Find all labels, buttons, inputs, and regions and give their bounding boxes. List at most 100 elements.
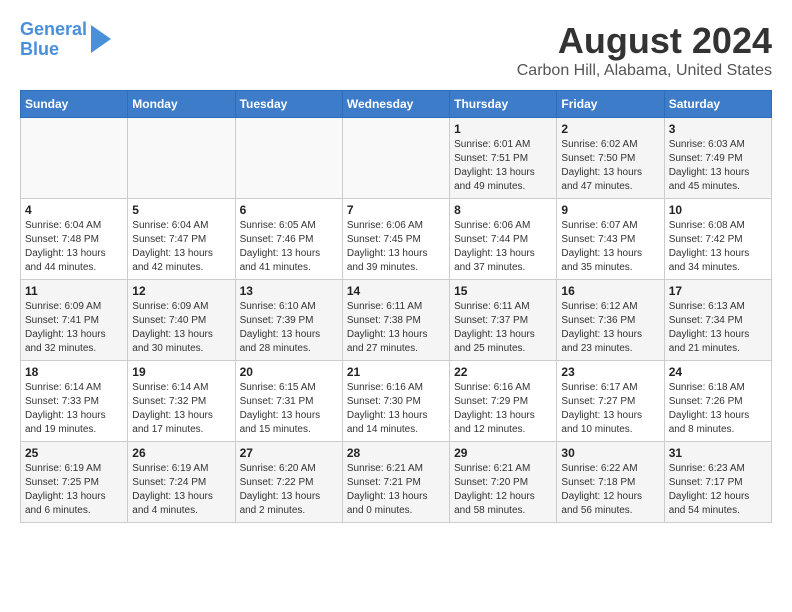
day-number: 29	[454, 446, 552, 460]
day-number: 22	[454, 365, 552, 379]
day-info: Sunrise: 6:15 AM Sunset: 7:31 PM Dayligh…	[240, 381, 338, 437]
day-number: 21	[347, 365, 445, 379]
calendar-header: SundayMondayTuesdayWednesdayThursdayFrid…	[21, 91, 772, 118]
day-info: Sunrise: 6:06 AM Sunset: 7:44 PM Dayligh…	[454, 219, 552, 275]
calendar-cell: 1 Sunrise: 6:01 AM Sunset: 7:51 PM Daylig…	[450, 118, 557, 199]
day-number: 13	[240, 284, 338, 298]
day-number: 17	[669, 284, 767, 298]
weekday-header-wednesday: Wednesday	[342, 91, 449, 118]
calendar-cell: 5 Sunrise: 6:04 AM Sunset: 7:47 PM Daylig…	[128, 199, 235, 280]
calendar-cell: 7 Sunrise: 6:06 AM Sunset: 7:45 PM Daylig…	[342, 199, 449, 280]
page-title: August 2024	[517, 20, 772, 62]
day-info: Sunrise: 6:06 AM Sunset: 7:45 PM Dayligh…	[347, 219, 445, 275]
calendar-cell: 9Sunrise: 6:07 AM Sunset: 7:43 PM Daylig…	[557, 199, 664, 280]
weekday-header-sunday: Sunday	[21, 91, 128, 118]
day-number: 11	[25, 284, 123, 298]
calendar-cell: 12 Sunrise: 6:09 AM Sunset: 7:40 PM Dayli…	[128, 280, 235, 361]
day-info: Sunrise: 6:18 AM Sunset: 7:26 PM Dayligh…	[669, 381, 767, 437]
day-info: Sunrise: 6:17 AM Sunset: 7:27 PM Dayligh…	[561, 381, 659, 437]
day-number: 26	[132, 446, 230, 460]
calendar-cell: 22 Sunrise: 6:16 AM Sunset: 7:29 PM Dayli…	[450, 361, 557, 442]
day-info: Sunrise: 6:02 AM Sunset: 7:50 PM Dayligh…	[561, 138, 659, 194]
weekday-header-row: SundayMondayTuesdayWednesdayThursdayFrid…	[21, 91, 772, 118]
day-number: 1	[454, 122, 552, 136]
calendar-cell: 18 Sunrise: 6:14 AM Sunset: 7:33 PM Dayli…	[21, 361, 128, 442]
calendar-week-2: 4 Sunrise: 6:04 AM Sunset: 7:48 PM Daylig…	[21, 199, 772, 280]
day-info: Sunrise: 6:14 AM Sunset: 7:32 PM Dayligh…	[132, 381, 230, 437]
day-number: 25	[25, 446, 123, 460]
day-number: 8	[454, 203, 552, 217]
calendar-cell: 13 Sunrise: 6:10 AM Sunset: 7:39 PM Dayli…	[235, 280, 342, 361]
day-info: Sunrise: 6:10 AM Sunset: 7:39 PM Dayligh…	[240, 300, 338, 356]
calendar-cell	[21, 118, 128, 199]
calendar-cell: 21Sunrise: 6:16 AM Sunset: 7:30 PM Dayli…	[342, 361, 449, 442]
day-number: 12	[132, 284, 230, 298]
day-number: 15	[454, 284, 552, 298]
title-section: August 2024 Carbon Hill, Alabama, United…	[517, 20, 772, 80]
day-info: Sunrise: 6:11 AM Sunset: 7:38 PM Dayligh…	[347, 300, 445, 356]
day-info: Sunrise: 6:04 AM Sunset: 7:48 PM Dayligh…	[25, 219, 123, 275]
calendar-week-1: 1 Sunrise: 6:01 AM Sunset: 7:51 PM Daylig…	[21, 118, 772, 199]
day-info: Sunrise: 6:11 AM Sunset: 7:37 PM Dayligh…	[454, 300, 552, 356]
calendar-cell	[235, 118, 342, 199]
day-number: 19	[132, 365, 230, 379]
day-info: Sunrise: 6:01 AM Sunset: 7:51 PM Dayligh…	[454, 138, 552, 194]
calendar-cell: 10 Sunrise: 6:08 AM Sunset: 7:42 PM Dayli…	[664, 199, 771, 280]
day-number: 16	[561, 284, 659, 298]
calendar-cell: 29 Sunrise: 6:21 AM Sunset: 7:20 PM Dayli…	[450, 442, 557, 523]
calendar-cell: 3 Sunrise: 6:03 AM Sunset: 7:49 PM Daylig…	[664, 118, 771, 199]
day-number: 14	[347, 284, 445, 298]
calendar-cell: 15 Sunrise: 6:11 AM Sunset: 7:37 PM Dayli…	[450, 280, 557, 361]
calendar-week-5: 25 Sunrise: 6:19 AM Sunset: 7:25 PM Dayli…	[21, 442, 772, 523]
day-info: Sunrise: 6:16 AM Sunset: 7:29 PM Dayligh…	[454, 381, 552, 437]
day-number: 20	[240, 365, 338, 379]
weekday-header-tuesday: Tuesday	[235, 91, 342, 118]
weekday-header-monday: Monday	[128, 91, 235, 118]
day-info: Sunrise: 6:04 AM Sunset: 7:47 PM Dayligh…	[132, 219, 230, 275]
day-number: 27	[240, 446, 338, 460]
day-info: Sunrise: 6:22 AM Sunset: 7:18 PM Dayligh…	[561, 462, 659, 518]
day-info: Sunrise: 6:21 AM Sunset: 7:20 PM Dayligh…	[454, 462, 552, 518]
calendar-cell	[342, 118, 449, 199]
weekday-header-thursday: Thursday	[450, 91, 557, 118]
day-info: Sunrise: 6:05 AM Sunset: 7:46 PM Dayligh…	[240, 219, 338, 275]
weekday-header-friday: Friday	[557, 91, 664, 118]
day-info: Sunrise: 6:12 AM Sunset: 7:36 PM Dayligh…	[561, 300, 659, 356]
calendar-table: SundayMondayTuesdayWednesdayThursdayFrid…	[20, 90, 772, 523]
day-info: Sunrise: 6:03 AM Sunset: 7:49 PM Dayligh…	[669, 138, 767, 194]
calendar-cell: 28Sunrise: 6:21 AM Sunset: 7:21 PM Dayli…	[342, 442, 449, 523]
calendar-cell: 4 Sunrise: 6:04 AM Sunset: 7:48 PM Daylig…	[21, 199, 128, 280]
calendar-cell: 23Sunrise: 6:17 AM Sunset: 7:27 PM Dayli…	[557, 361, 664, 442]
day-number: 18	[25, 365, 123, 379]
day-number: 7	[347, 203, 445, 217]
calendar-cell: 31 Sunrise: 6:23 AM Sunset: 7:17 PM Dayli…	[664, 442, 771, 523]
calendar-cell: 8 Sunrise: 6:06 AM Sunset: 7:44 PM Daylig…	[450, 199, 557, 280]
day-info: Sunrise: 6:19 AM Sunset: 7:25 PM Dayligh…	[25, 462, 123, 518]
day-info: Sunrise: 6:08 AM Sunset: 7:42 PM Dayligh…	[669, 219, 767, 275]
day-info: Sunrise: 6:19 AM Sunset: 7:24 PM Dayligh…	[132, 462, 230, 518]
day-info: Sunrise: 6:23 AM Sunset: 7:17 PM Dayligh…	[669, 462, 767, 518]
calendar-cell	[128, 118, 235, 199]
day-number: 10	[669, 203, 767, 217]
day-number: 2	[561, 122, 659, 136]
calendar-cell: 30 Sunrise: 6:22 AM Sunset: 7:18 PM Dayli…	[557, 442, 664, 523]
page-subtitle: Carbon Hill, Alabama, United States	[517, 62, 772, 80]
day-info: Sunrise: 6:21 AM Sunset: 7:21 PM Dayligh…	[347, 462, 445, 518]
calendar-cell: 25 Sunrise: 6:19 AM Sunset: 7:25 PM Dayli…	[21, 442, 128, 523]
day-info: Sunrise: 6:14 AM Sunset: 7:33 PM Dayligh…	[25, 381, 123, 437]
day-number: 4	[25, 203, 123, 217]
logo: General Blue	[20, 20, 111, 60]
calendar-body: 1 Sunrise: 6:01 AM Sunset: 7:51 PM Daylig…	[21, 118, 772, 523]
calendar-cell: 11 Sunrise: 6:09 AM Sunset: 7:41 PM Dayli…	[21, 280, 128, 361]
day-number: 5	[132, 203, 230, 217]
calendar-cell: 19 Sunrise: 6:14 AM Sunset: 7:32 PM Dayli…	[128, 361, 235, 442]
calendar-cell: 20 Sunrise: 6:15 AM Sunset: 7:31 PM Dayli…	[235, 361, 342, 442]
day-number: 31	[669, 446, 767, 460]
day-info: Sunrise: 6:09 AM Sunset: 7:40 PM Dayligh…	[132, 300, 230, 356]
logo-text: General Blue	[20, 20, 87, 60]
day-number: 3	[669, 122, 767, 136]
calendar-cell: 24Sunrise: 6:18 AM Sunset: 7:26 PM Dayli…	[664, 361, 771, 442]
day-number: 30	[561, 446, 659, 460]
page-header: General Blue August 2024 Carbon Hill, Al…	[20, 20, 772, 80]
day-info: Sunrise: 6:09 AM Sunset: 7:41 PM Dayligh…	[25, 300, 123, 356]
